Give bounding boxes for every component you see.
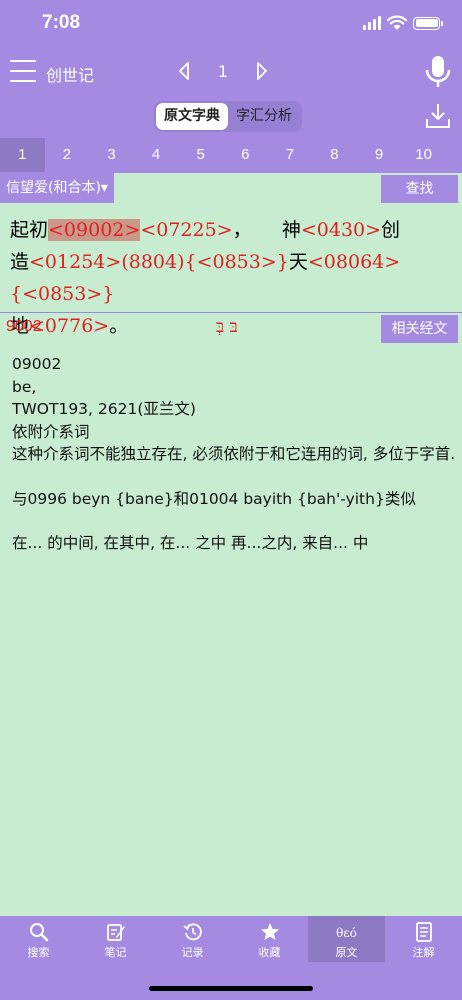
prev-chapter-icon[interactable] (176, 61, 192, 81)
verse-line: 起初<09002><07225>， 神<0430>创 (10, 214, 456, 246)
verse-tab-6[interactable]: 6 (223, 138, 268, 172)
definition-line: 依附介系词 (12, 422, 90, 441)
verse-tab-9[interactable]: 9 (357, 138, 402, 172)
segment-dictionary[interactable]: 原文字典 (156, 103, 228, 130)
greek-text-icon: θεό (336, 926, 357, 940)
definition-line: be, (12, 377, 37, 396)
tab-notes[interactable]: 笔记 (77, 916, 154, 962)
document-icon (415, 922, 432, 942)
history-icon (182, 923, 202, 941)
tab-label: 收藏 (258, 946, 281, 959)
verse-word: 创 (381, 219, 401, 241)
word-header: 9002 בּ בְּ 相关经文 (0, 313, 462, 345)
tab-label: 笔记 (104, 946, 127, 959)
verse-word: 造 (10, 251, 30, 273)
strong-number: 9002 (6, 318, 42, 335)
definition-line: 这种介系词不能独立存在, 必须依附于和它连用的词, 多位于字首. (12, 445, 456, 463)
segment-word-analysis[interactable]: 字汇分析 (228, 103, 300, 130)
verse-word: 天 (288, 251, 308, 273)
tab-commentary[interactable]: 注解 (385, 916, 462, 962)
definition-line: TWOT193, 2621(亚兰文) (12, 400, 196, 418)
verse-line: 造<01254>(8804){<0853>}天<08064>{<0853>} (10, 246, 456, 310)
chapter-number: 1 (217, 62, 229, 81)
verse-tab-10[interactable]: 10 (401, 138, 446, 172)
strong-ref-selected[interactable]: <09002> (48, 219, 141, 241)
search-button[interactable]: 查找 (381, 175, 458, 203)
status-bar: 7:08 (0, 0, 462, 50)
definition-text: 09002 be, TWOT193, 2621(亚兰文) 依附介系词 这种介系词… (12, 353, 456, 555)
next-chapter-icon[interactable] (254, 61, 270, 81)
tab-favorites[interactable]: 收藏 (231, 916, 308, 962)
strong-ref[interactable]: <08064> (308, 251, 400, 273)
signal-icon (363, 16, 381, 30)
verse-tab-3[interactable]: 3 (89, 138, 134, 172)
strong-ref[interactable]: <07225> (140, 219, 232, 241)
definition-line: 在... 的中间, 在其中, 在... 之中 再...之内, 来自... 中 (12, 534, 369, 552)
strong-ref[interactable]: <0430> (301, 219, 381, 241)
download-icon[interactable] (424, 102, 452, 130)
strong-ref[interactable]: {<0853>} (10, 283, 114, 305)
definition-line: 09002 (12, 355, 62, 373)
tab-label: 原文 (335, 946, 358, 959)
status-icons (363, 15, 443, 31)
tab-original[interactable]: θεό 原文 (308, 916, 385, 962)
tab-label: 注解 (412, 946, 435, 959)
mode-segmented-control: 原文字典 字汇分析 (154, 101, 302, 132)
version-row: 信望爱(和合本)▾ 查找 (0, 173, 462, 205)
nav-bar: 创世记 1 (0, 50, 462, 96)
strong-ref[interactable]: <01254> (29, 251, 121, 273)
tab-label: 搜索 (27, 946, 50, 959)
tab-history[interactable]: 记录 (154, 916, 231, 962)
wifi-icon (387, 15, 407, 30)
morph-ref[interactable]: (8804) (121, 251, 184, 273)
verse-tab-8[interactable]: 8 (312, 138, 357, 172)
strong-ref[interactable]: {<0853>} (185, 251, 289, 273)
note-edit-icon (106, 924, 125, 941)
star-icon (260, 923, 279, 940)
version-dropdown[interactable]: 信望爱(和合本)▾ (0, 173, 114, 203)
verse-punct: ， (232, 219, 252, 241)
microphone-icon[interactable] (424, 54, 452, 90)
battery-icon (413, 16, 443, 30)
tab-search[interactable]: 搜索 (0, 916, 77, 962)
verse-tab-5[interactable]: 5 (178, 138, 223, 172)
verse-tab-2[interactable]: 2 (45, 138, 90, 172)
home-indicator (149, 986, 313, 991)
verse-tab-1[interactable]: 1 (0, 138, 45, 172)
verse-word: 起初 (10, 219, 49, 241)
hebrew-word: בּ בְּ (216, 317, 238, 337)
verse-tab-7[interactable]: 7 (268, 138, 313, 172)
related-verses-button[interactable]: 相关经文 (381, 315, 458, 343)
verse-word: 神 (281, 219, 301, 241)
verse-tab-4[interactable]: 4 (134, 138, 179, 172)
definition-line: 与0996 beyn {bane}和01004 bayith {bah'-yit… (12, 489, 416, 508)
status-time: 7:08 (42, 12, 81, 33)
tab-label: 记录 (181, 946, 204, 959)
book-title[interactable]: 创世记 (46, 62, 94, 86)
verse-tabs: 1 2 3 4 5 6 7 8 9 10 (0, 138, 462, 172)
menu-icon[interactable] (10, 60, 36, 82)
search-icon (29, 923, 48, 942)
